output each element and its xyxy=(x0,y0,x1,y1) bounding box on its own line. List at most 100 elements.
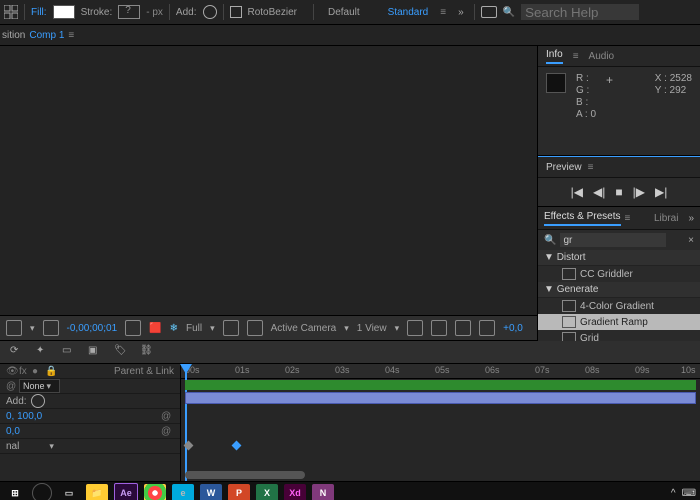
comp-menu-icon[interactable]: ≡ xyxy=(68,30,74,41)
region-icon[interactable] xyxy=(223,320,239,336)
fill-swatch[interactable] xyxy=(53,5,75,19)
tl-tool5-icon[interactable]: 🏷 xyxy=(114,345,130,359)
snapshot-icon[interactable] xyxy=(481,6,497,18)
magnify-dropdown-icon[interactable]: ▾ xyxy=(30,323,35,334)
chrome-icon[interactable] xyxy=(144,484,166,500)
rotation-value[interactable]: 0,0 xyxy=(6,426,20,437)
toolbar-overflow-icon[interactable]: » xyxy=(458,7,464,18)
current-time[interactable]: -0,00;00;01 xyxy=(67,323,118,334)
cam-arrow-icon[interactable]: ▾ xyxy=(344,323,349,334)
blend-arrow-icon[interactable]: ▾ xyxy=(49,441,54,452)
tmal-row[interactable]: nal ▾ xyxy=(0,439,180,454)
taskbar-search-icon[interactable] xyxy=(32,483,52,500)
scale-row[interactable]: 0, 100,0 @ xyxy=(0,409,180,424)
tl-tool3-icon[interactable]: ▭ xyxy=(62,345,78,359)
preview-menu-icon[interactable]: ≡ xyxy=(588,162,594,173)
tab-info[interactable]: Info xyxy=(546,49,563,64)
resolution-dropdown[interactable]: Full xyxy=(186,323,202,334)
effects-search-input[interactable] xyxy=(560,233,666,247)
powerpoint-icon[interactable]: P xyxy=(228,484,250,500)
res-arrow-icon[interactable]: ▾ xyxy=(210,323,215,334)
libraries-tab[interactable]: Librai xyxy=(654,213,678,224)
horizontal-scrollbar[interactable] xyxy=(185,471,305,479)
composition-viewport[interactable] xyxy=(0,46,537,315)
after-effects-icon[interactable]: Ae xyxy=(114,483,138,500)
last-frame-button[interactable]: ▶| xyxy=(655,185,667,199)
eye-icon[interactable]: 👁 xyxy=(6,366,16,376)
comp-name[interactable]: Comp 1 xyxy=(29,30,64,41)
category-generate[interactable]: ▼ Generate xyxy=(538,282,700,298)
workspace-standard[interactable]: Standard xyxy=(388,7,429,18)
solo-icon[interactable]: ● xyxy=(32,366,42,376)
vp-tool4-icon[interactable] xyxy=(479,320,495,336)
magnify-icon[interactable] xyxy=(6,320,22,336)
layer-bar[interactable] xyxy=(185,392,696,404)
xd-icon[interactable]: Xd xyxy=(284,484,306,500)
info-menu-icon[interactable]: ≡ xyxy=(573,51,579,62)
tray-up-icon[interactable]: ^ xyxy=(671,488,676,499)
workspace-menu-icon[interactable]: ≡ xyxy=(440,7,446,18)
spiral-icon[interactable]: @ xyxy=(6,381,16,391)
explorer-icon[interactable]: 📁 xyxy=(86,484,108,500)
vp-tool3-icon[interactable] xyxy=(455,320,471,336)
prev-frame-button[interactable]: ◀| xyxy=(593,185,605,199)
effect-cc-griddler[interactable]: CC Griddler xyxy=(538,266,700,282)
stroke-width[interactable]: - px xyxy=(146,7,163,18)
workspace-default[interactable]: Default xyxy=(328,7,360,18)
first-frame-button[interactable]: |◀ xyxy=(571,185,583,199)
next-frame-button[interactable]: |▶ xyxy=(633,185,645,199)
tl-tool6-icon[interactable]: ⛓ xyxy=(140,345,156,359)
lock-icon[interactable]: 🔒 xyxy=(45,366,55,376)
eff-search-icon[interactable]: 🔍 xyxy=(544,235,556,246)
stop-button[interactable]: ■ xyxy=(615,185,622,199)
effects-tab[interactable]: Effects & Presets xyxy=(544,211,621,226)
clear-search-icon[interactable]: × xyxy=(688,235,694,246)
camera-icon[interactable] xyxy=(125,320,141,336)
search-icon[interactable]: 🔍 xyxy=(503,7,515,18)
stroke-swatch[interactable] xyxy=(118,5,140,19)
view-dropdown[interactable]: 1 View xyxy=(357,323,387,334)
rotobezier-checkbox[interactable] xyxy=(230,6,242,18)
excel-icon[interactable]: X xyxy=(256,484,278,500)
category-distort[interactable]: ▼ Distort xyxy=(538,250,700,266)
parent-dropdown[interactable]: None▾ xyxy=(19,379,60,393)
time-ruler[interactable]: 00s 01s 02s 03s 04s 05s 06s 07s 08s 09s … xyxy=(181,364,700,379)
effects-menu-icon[interactable]: ≡ xyxy=(625,213,631,224)
exposure-value[interactable]: +0,0 xyxy=(503,323,523,334)
spiral-icon[interactable]: @ xyxy=(161,426,171,436)
onenote-icon[interactable]: N xyxy=(312,484,334,500)
tray-keyboard-icon[interactable]: ⌨ xyxy=(682,488,696,499)
scale-value[interactable]: 0, 100,0 xyxy=(6,411,42,422)
app-menu-icon[interactable] xyxy=(4,5,18,19)
start-button[interactable]: ⊞ xyxy=(4,484,26,500)
effect-gradient-ramp[interactable]: Gradient Ramp xyxy=(538,314,700,330)
search-help-input[interactable] xyxy=(521,4,639,20)
effects-overflow-icon[interactable]: » xyxy=(688,213,694,224)
timeline-tracks[interactable]: 00s 01s 02s 03s 04s 05s 06s 07s 08s 09s … xyxy=(181,364,700,481)
task-view-icon[interactable]: ▭ xyxy=(58,484,80,500)
layer-row[interactable]: @ None▾ xyxy=(0,379,180,394)
tab-audio[interactable]: Audio xyxy=(589,51,615,62)
tl-tool1-icon[interactable]: ⟳ xyxy=(10,345,26,359)
edge-icon[interactable]: e xyxy=(172,484,194,500)
word-icon[interactable]: W xyxy=(200,484,222,500)
reset-row[interactable]: 0,0 @ xyxy=(0,424,180,439)
blend-mode[interactable]: nal xyxy=(6,441,19,452)
grid-icon[interactable] xyxy=(43,320,59,336)
tl-tool4-icon[interactable]: ▣ xyxy=(88,345,104,359)
vp-tool2-icon[interactable] xyxy=(431,320,447,336)
add-prop-button[interactable] xyxy=(31,394,45,408)
tl-tool2-icon[interactable]: ✦ xyxy=(36,345,52,359)
color-droplet-icon[interactable]: 🟥 xyxy=(149,323,161,334)
add-button[interactable] xyxy=(203,5,217,19)
camera-dropdown[interactable]: Active Camera xyxy=(271,323,337,334)
fx-col-icon[interactable]: fx xyxy=(19,366,29,376)
effect-4color-gradient[interactable]: 4-Color Gradient xyxy=(538,298,700,314)
keyframe[interactable] xyxy=(232,441,242,451)
spiral-icon[interactable]: @ xyxy=(161,411,171,421)
transparency-icon[interactable] xyxy=(247,320,263,336)
channel-icon[interactable]: ❄ xyxy=(170,323,178,334)
work-area-bar[interactable] xyxy=(185,380,696,390)
vp-tool1-icon[interactable] xyxy=(407,320,423,336)
view-arrow-icon[interactable]: ▾ xyxy=(395,323,400,334)
